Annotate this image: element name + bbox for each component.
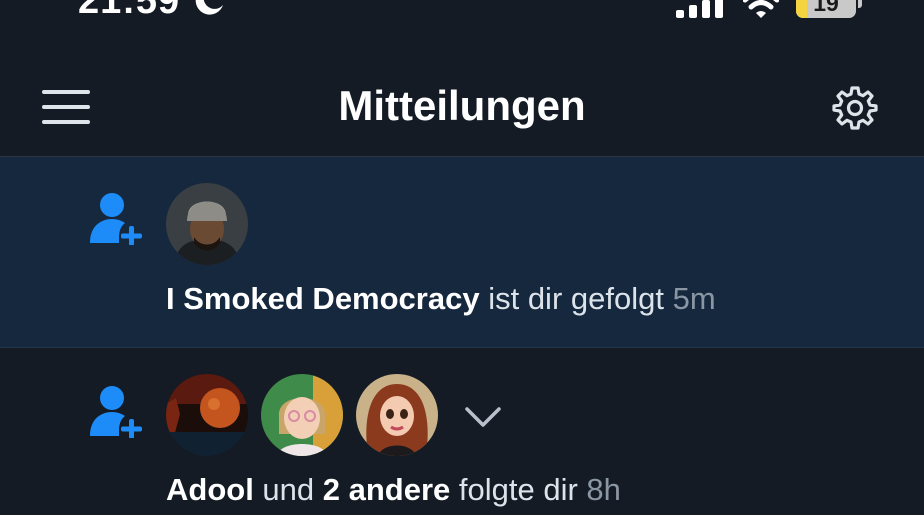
actor-name[interactable]: I Smoked Democracy xyxy=(166,281,480,316)
chevron-down-icon[interactable] xyxy=(463,404,503,430)
person-add-icon xyxy=(90,193,142,245)
notification-item[interactable]: Adool und 2 andere folgte dir 8h xyxy=(0,348,924,515)
notification-item[interactable]: I Smoked Democracy ist dir gefolgt 5m xyxy=(0,157,924,348)
notification-time: 8h xyxy=(586,472,621,507)
notification-text: Adool und 2 andere folgte dir 8h xyxy=(166,472,621,508)
status-time: 21:59 xyxy=(78,0,181,22)
avatar[interactable] xyxy=(261,374,343,456)
moon-icon xyxy=(195,0,223,15)
avatar[interactable] xyxy=(356,374,438,456)
notification-text: I Smoked Democracy ist dir gefolgt 5m xyxy=(166,281,716,317)
page-title: Mitteilungen xyxy=(338,82,586,129)
status-bar: 21:59 19 xyxy=(0,0,924,40)
notification-message: folgte dir xyxy=(450,472,587,507)
battery-indicator: 19 xyxy=(796,0,856,18)
avatar[interactable] xyxy=(166,183,248,265)
notification-time: 5m xyxy=(672,281,716,316)
person-add-icon xyxy=(90,386,142,438)
notification-message: ist dir gefolgt xyxy=(479,281,673,316)
app-header: Mitteilungen xyxy=(0,58,924,157)
actor-name[interactable]: Adool xyxy=(166,472,254,507)
others-count[interactable]: 2 andere xyxy=(323,472,451,507)
cellular-signal-icon xyxy=(676,0,723,18)
battery-tip xyxy=(858,0,862,8)
battery-percent: 19 xyxy=(813,0,839,16)
notification-connector: und xyxy=(253,472,323,507)
avatar[interactable] xyxy=(166,374,248,456)
gear-icon[interactable] xyxy=(832,85,878,131)
wifi-icon xyxy=(743,0,779,18)
